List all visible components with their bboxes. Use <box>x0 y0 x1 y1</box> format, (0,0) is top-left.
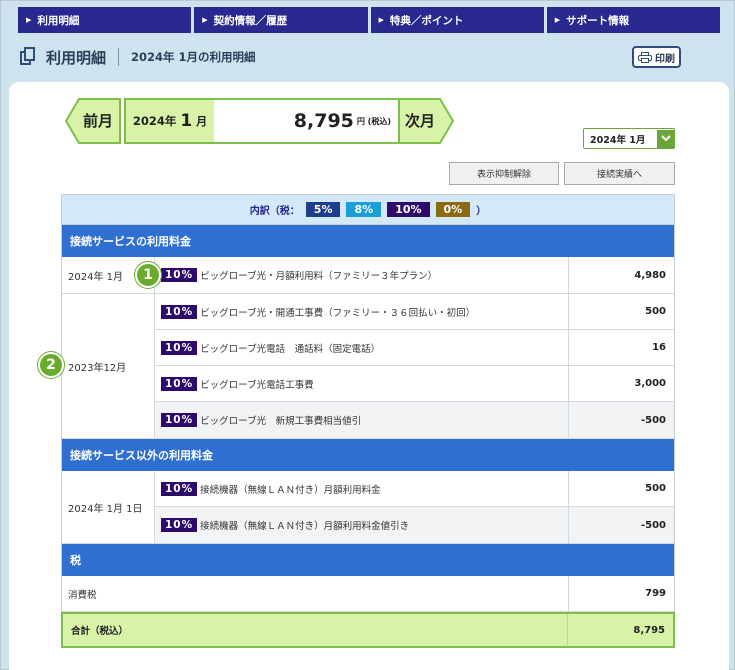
triangle-right-icon: ▶ <box>554 16 561 24</box>
line-value: 3,000 <box>634 378 666 389</box>
line-desc: 10% 接続機器（無線ＬＡＮ付き）月額利用料金値引き <box>155 507 569 543</box>
page-subtitle: 2024年 1月の利用明細 <box>131 50 256 64</box>
printer-icon <box>638 51 652 63</box>
line-value: 16 <box>652 342 666 353</box>
line-desc-text: 接続機器（無線ＬＡＮ付き）月額利用料金 <box>200 484 381 496</box>
next-month-button[interactable]: 次月 <box>398 98 454 144</box>
total-label: 合計（税込） <box>63 614 568 646</box>
line-item: 10% ビッグローブ光電話工事費 3,000 <box>155 366 674 402</box>
triangle-right-icon: ▶ <box>26 16 32 24</box>
row-date: 2024年 1月 1日 <box>62 471 155 543</box>
breakdown-suffix: ） <box>476 206 487 217</box>
line-value: -500 <box>640 519 666 531</box>
nav-item-label: 特典／ポイント <box>389 14 464 27</box>
line-desc: 10% ビッグローブ光 新規工事費相当値引 <box>155 402 569 438</box>
chevron-down-icon <box>657 129 674 148</box>
line-desc: 10% ビッグローブ光・開通工事費（ファミリー・３６回払い・初回） <box>155 294 569 329</box>
line-desc: 10% ビッグローブ光・月額利用料（ファミリー３年プラン） <box>155 257 569 293</box>
triangle-right-icon: ▶ <box>202 16 208 24</box>
month-total: 8,795 円 (税込) <box>214 100 399 142</box>
line-item: 10% ビッグローブ光 新規工事費相当値引 -500 <box>155 402 674 438</box>
prev-month-label: 前月 <box>83 112 114 130</box>
page-title: 利用明細 <box>46 48 107 67</box>
print-button[interactable]: 印刷 <box>632 46 681 68</box>
month-number: 1 <box>180 111 193 131</box>
year-label: 2024年 <box>132 114 177 128</box>
document-icon <box>18 47 38 67</box>
row-lines: 10% ビッグローブ光・月額利用料（ファミリー３年プラン） 4,980 <box>155 257 674 293</box>
line-desc-text: ビッグローブ光・開通工事費（ファミリー・３６回払い・初回） <box>200 307 476 319</box>
top-nav: ▶ 利用明細 ▶ 契約情報／履歴 ▶ 特典／ポイント ▶ サポート情報 <box>18 7 720 33</box>
row-date: 2023年12月 <box>62 294 155 438</box>
line-value: 500 <box>645 306 666 317</box>
nav-item-label: 契約情報／履歴 <box>213 14 288 27</box>
row-lines: 10% ビッグローブ光・開通工事費（ファミリー・３６回払い・初回） 500 10… <box>155 294 674 438</box>
month-summary: 2024年 1 月 8,795 円 (税込) <box>124 98 401 144</box>
line-desc-text: ビッグローブ光 新規工事費相当値引 <box>200 416 362 427</box>
breakdown-prefix: 内訳（税： <box>249 206 300 217</box>
line-desc: 10% ビッグローブ光電話 通話料（固定電話） <box>155 330 569 365</box>
connection-history-button[interactable]: 接続実績へ <box>564 162 675 185</box>
tax-rate-badge: 10% <box>161 376 198 391</box>
tax-rate-badge: 10% <box>161 481 198 496</box>
month-total-amount: 8,795 <box>293 110 354 132</box>
section-header-other: 接続サービス以外の利用料金 <box>62 439 674 471</box>
rate-badge-8: 8% <box>346 202 382 217</box>
tax-breakdown: 内訳（税： 5% 8% 10% 0% ） <box>62 195 674 225</box>
line-desc: 10% 接続機器（無線ＬＡＮ付き）月額利用料金 <box>155 471 569 506</box>
tax-rate-badge: 10% <box>161 518 198 532</box>
tax-value: 799 <box>645 588 666 599</box>
row-lines: 10% 接続機器（無線ＬＡＮ付き）月額利用料金 500 10% 接続機器（無線Ｌ… <box>155 471 674 543</box>
page-header: 利用明細 2024年 1月の利用明細 <box>18 40 698 74</box>
table-row: 2024年 1月 1日 10% 接続機器（無線ＬＡＮ付き）月額利用料金 500 … <box>62 471 674 544</box>
nav-item-label: 利用明細 <box>37 14 80 27</box>
tax-rate-badge: 10% <box>161 413 198 427</box>
nav-item-contract[interactable]: ▶ 契約情報／履歴 <box>194 7 368 33</box>
line-desc-text: ビッグローブ光電話 通話料（固定電話） <box>200 343 381 355</box>
print-label: 印刷 <box>655 53 675 65</box>
month-label: 2024年 1 月 <box>126 100 214 142</box>
next-month-label: 次月 <box>405 112 436 130</box>
header-divider <box>118 48 120 66</box>
tax-label: 消費税 <box>62 576 569 611</box>
month-select[interactable]: 2024年 1月 <box>583 128 675 149</box>
nav-item-label: サポート情報 <box>566 14 630 27</box>
line-item: 10% ビッグローブ光電話 通話料（固定電話） 16 <box>155 330 674 366</box>
tax-row: 消費税 799 <box>62 576 674 612</box>
line-desc: 10% ビッグローブ光電話工事費 <box>155 366 569 401</box>
table-row: 2023年12月 10% ビッグローブ光・開通工事費（ファミリー・３６回払い・初… <box>62 294 674 439</box>
line-value: 4,980 <box>634 269 666 281</box>
main-panel: 前月 2024年 1 月 8,795 円 (税込) 次月 2024年 1月 表示… <box>9 82 729 670</box>
total-row: 合計（税込） 8,795 <box>61 612 675 648</box>
line-value: 500 <box>645 483 666 494</box>
line-item: 10% ビッグローブ光・月額利用料（ファミリー３年プラン） 4,980 <box>155 257 674 293</box>
line-item: 10% ビッグローブ光・開通工事費（ファミリー・３６回払い・初回） 500 <box>155 294 674 330</box>
line-desc-text: ビッグローブ光・月額利用料（ファミリー３年プラン） <box>200 271 438 282</box>
nav-item-statement[interactable]: ▶ 利用明細 <box>18 7 192 33</box>
month-total-unit: 円 (税込) <box>356 116 391 126</box>
month-unit: 月 <box>196 115 208 128</box>
triangle-right-icon: ▶ <box>378 16 384 24</box>
rate-badge-5: 5% <box>305 202 341 217</box>
tax-rate-badge: 10% <box>161 340 198 355</box>
unsuppress-button[interactable]: 表示抑制解除 <box>449 162 559 185</box>
nav-item-support[interactable]: ▶ サポート情報 <box>546 7 720 33</box>
line-value: -500 <box>640 414 666 426</box>
tax-rate-badge: 10% <box>161 304 198 319</box>
rate-badge-0: 0% <box>435 202 471 217</box>
callout-marker-1: 1 <box>135 262 161 288</box>
tax-rate-badge: 10% <box>161 268 198 282</box>
prev-month-button[interactable]: 前月 <box>65 98 121 144</box>
section-header-connection: 接続サービスの利用料金 <box>62 225 674 257</box>
line-item: 10% 接続機器（無線ＬＡＮ付き）月額利用料金値引き -500 <box>155 507 674 543</box>
line-item: 10% 接続機器（無線ＬＡＮ付き）月額利用料金 500 <box>155 471 674 507</box>
callout-marker-2: 2 <box>38 352 64 378</box>
total-value: 8,795 <box>633 624 665 636</box>
nav-item-benefits[interactable]: ▶ 特典／ポイント <box>370 7 544 33</box>
month-select-value: 2024年 1月 <box>590 134 646 146</box>
line-desc-text: ビッグローブ光電話工事費 <box>200 379 314 391</box>
rate-badge-10: 10% <box>387 202 430 217</box>
section-header-tax: 税 <box>62 544 674 576</box>
line-desc-text: 接続機器（無線ＬＡＮ付き）月額利用料金値引き <box>200 521 410 532</box>
